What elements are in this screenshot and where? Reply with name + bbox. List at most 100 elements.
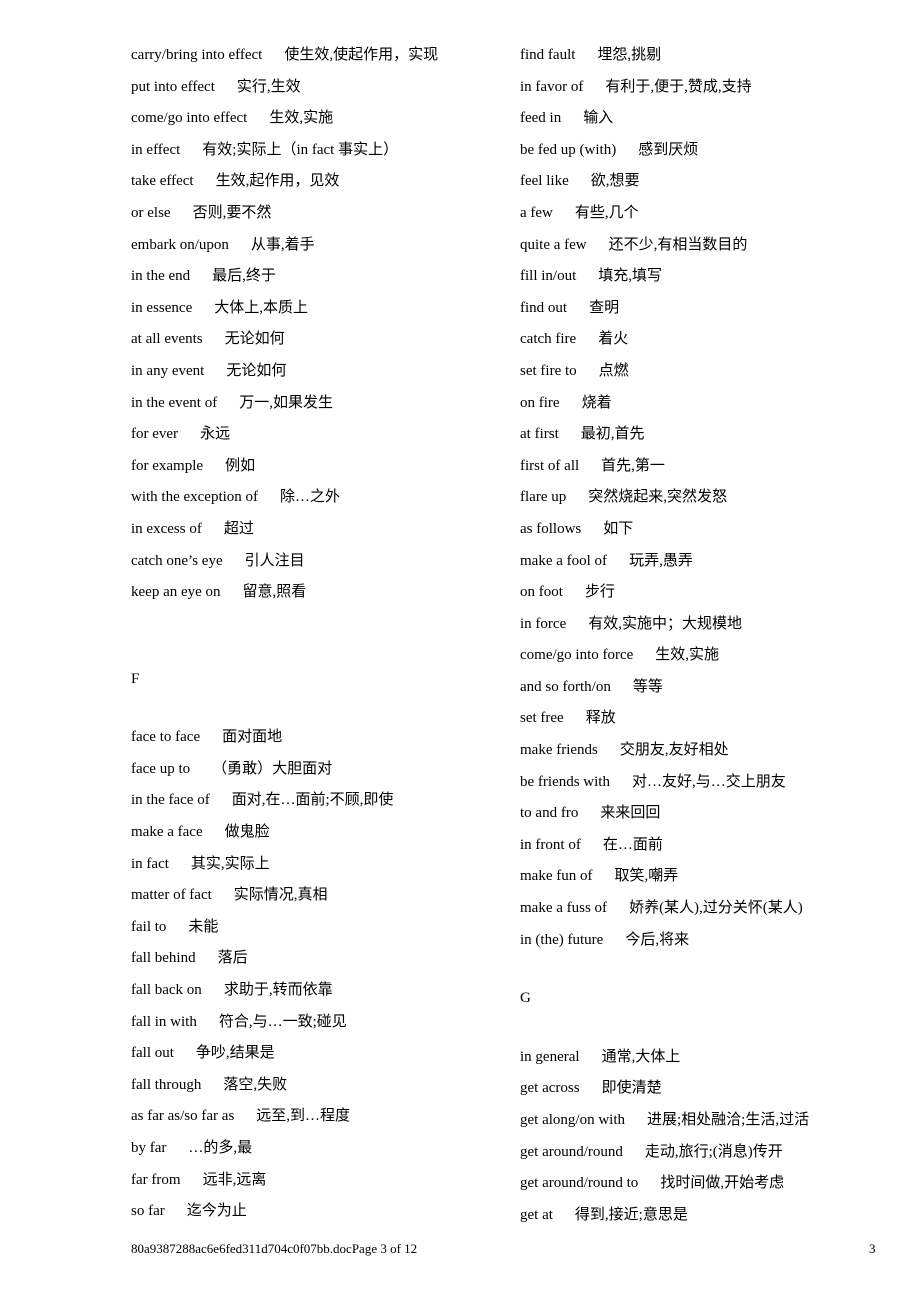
phrase-entry: for ever 永远 — [131, 423, 501, 455]
phrase-entry: come/go into effect 生效,实施 — [131, 107, 501, 139]
phrase-chinese: 引人注目 — [244, 552, 305, 569]
phrase-entry: get across 即使清楚 — [520, 1077, 900, 1109]
phrase-chinese: （勇敢）大胆面对 — [212, 760, 333, 777]
phrase-entry: in force 有效,实施中；大规模地 — [520, 613, 900, 645]
phrase-entry: far from 远非,远离 — [131, 1169, 501, 1201]
phrase-entry: a few 有些,几个 — [520, 202, 900, 234]
phrase-chinese: 生效,实施 — [269, 110, 334, 127]
phrase-entry: quite a few 还不少,有相当数目的 — [520, 234, 900, 266]
phrase-entry: first of all 首先,第一 — [520, 455, 900, 487]
phrase-english: feed in — [520, 110, 562, 127]
phrase-chinese: 无论如何 — [224, 331, 285, 348]
phrase-chinese: 迄今为止 — [186, 1203, 247, 1220]
phrase-english: in essence — [131, 299, 193, 316]
phrase-english: keep an eye on — [131, 584, 221, 601]
phrase-english: make a fool of — [520, 552, 608, 569]
phrase-entry: and so forth/on 等等 — [520, 676, 900, 708]
phrase-entry: in front of 在…面前 — [520, 834, 900, 866]
phrase-english: take effect — [131, 173, 194, 190]
phrase-entry: find fault 埋怨,挑剔 — [520, 44, 900, 76]
phrase-entry: put into effect 实行,生效 — [131, 76, 501, 108]
phrase-chinese: 找时间做,开始考虑 — [660, 1175, 785, 1192]
phrase-english: be friends with — [520, 773, 610, 790]
section-heading-f: F — [131, 670, 140, 687]
phrase-chinese: 来来回回 — [600, 805, 661, 822]
phrase-chinese: 落后 — [217, 950, 248, 967]
phrase-chinese: 面对面地 — [222, 729, 283, 746]
phrase-chinese: 突然烧起来,突然发怒 — [588, 489, 727, 506]
phrase-entry: with the exception of 除…之外 — [131, 486, 501, 518]
phrase-chinese: 今后,将来 — [625, 931, 690, 948]
phrase-entry: fall back on 求助于,转而依靠 — [131, 979, 501, 1011]
phrase-english: in front of — [520, 836, 581, 853]
phrase-english: fall behind — [131, 950, 196, 967]
phrase-chinese: 对…友好,与…交上朋友 — [631, 773, 786, 790]
phrase-chinese: 其实,实际上 — [190, 855, 270, 872]
phrase-entry: make friends 交朋友,友好相处 — [520, 739, 900, 771]
phrase-entry: fall through 落空,失败 — [131, 1074, 501, 1106]
phrase-english: put into effect — [131, 78, 215, 95]
phrase-english: so far — [131, 1203, 165, 1220]
phrase-english: in general — [520, 1048, 580, 1065]
phrase-english: carry/bring into effect — [131, 47, 263, 63]
phrase-english: set fire to — [520, 362, 577, 379]
phrase-chinese: 如下 — [603, 520, 634, 537]
phrase-english: fall in with — [131, 1013, 197, 1030]
phrase-english: face up to — [131, 760, 191, 777]
phrase-english: fill in/out — [520, 268, 577, 285]
phrase-chinese: 生效,实施 — [655, 647, 720, 664]
page-number: 3 — [869, 1241, 876, 1256]
phrase-english: quite a few — [520, 236, 587, 253]
phrase-chinese: 生效,起作用，见效 — [215, 173, 340, 190]
phrase-english: at all events — [131, 331, 203, 348]
phrase-chinese: 无论如何 — [226, 362, 287, 379]
phrase-entry: be friends with 对…友好,与…交上朋友 — [520, 771, 900, 803]
phrase-chinese: 远至,到…程度 — [256, 1108, 351, 1125]
phrase-chinese: 大体上,本质上 — [214, 299, 308, 316]
phrase-english: to and fro — [520, 805, 579, 822]
phrase-english: fail to — [131, 918, 167, 935]
phrase-chinese: 最初,首先 — [580, 426, 645, 443]
phrase-english: in favor of — [520, 78, 584, 95]
phrase-entry: in the end 最后,终于 — [131, 265, 501, 297]
phrase-chinese: 从事,着手 — [250, 236, 315, 253]
phrase-entry: fall in with 符合,与…一致;碰见 — [131, 1011, 501, 1043]
phrase-entry: fail to 未能 — [131, 916, 501, 948]
phrase-entry: at all events 无论如何 — [131, 328, 501, 360]
phrase-english: in force — [520, 615, 567, 632]
phrase-entry: face up to （勇敢）大胆面对 — [131, 758, 501, 790]
phrase-english: fall through — [131, 1076, 202, 1093]
phrase-chinese: …的多,最 — [188, 1140, 253, 1156]
phrase-english: embark on/upon — [131, 236, 229, 253]
phrase-chinese: 有些,几个 — [574, 204, 639, 221]
entry-list-f: face to face 面对面地 face up to （勇敢）大胆面对 in the… — [131, 726, 501, 1232]
phrase-entry: feel like 欲,想要 — [520, 170, 900, 202]
phrase-chinese: 实际情况,真相 — [233, 887, 328, 904]
phrase-chinese: 玩弄,愚弄 — [629, 552, 693, 569]
phrase-chinese: 符合,与…一致;碰见 — [218, 1013, 347, 1030]
phrase-chinese: 求助于,转而依靠 — [223, 982, 333, 999]
phrase-chinese: 走动,旅行;(消息)传开 — [644, 1143, 783, 1160]
phrase-english: by far — [131, 1140, 167, 1156]
phrase-chinese: 留意,照看 — [242, 584, 307, 601]
phrase-chinese: 未能 — [188, 918, 219, 935]
phrase-entry: in any event 无论如何 — [131, 360, 501, 392]
phrase-english: with the exception of — [131, 489, 259, 506]
phrase-chinese: 使生效,使起作用，实现 — [284, 47, 439, 63]
phrase-entry: get around/round to 找时间做,开始考虑 — [520, 1172, 900, 1204]
phrase-chinese: 烧着 — [581, 394, 612, 411]
phrase-entry: get along/on with 进展;相处融洽;生活,过活 — [520, 1109, 900, 1141]
phrase-entry: in the face of 面对,在…面前;不顾,即使 — [131, 789, 501, 821]
phrase-english: in the event of — [131, 394, 218, 411]
phrase-entry: as far as/so far as 远至,到…程度 — [131, 1105, 501, 1137]
phrase-chinese: 永远 — [200, 426, 231, 443]
phrase-english: find fault — [520, 47, 576, 63]
phrase-english: at first — [520, 426, 559, 443]
phrase-chinese: 争吵,结果是 — [195, 1045, 275, 1062]
phrase-entry: in favor of 有利于,便于,赞成,支持 — [520, 76, 900, 108]
phrase-entry: on foot 步行 — [520, 581, 900, 613]
phrase-english: feel like — [520, 173, 569, 190]
phrase-entry: set fire to 点燃 — [520, 360, 900, 392]
